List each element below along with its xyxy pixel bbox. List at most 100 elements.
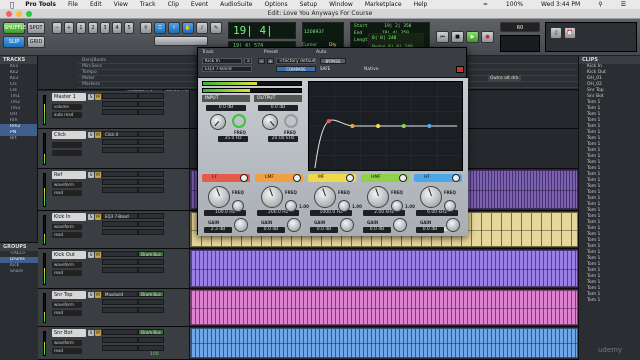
send-slot[interactable]: Drum Bus bbox=[138, 291, 164, 297]
menu-setup[interactable]: Setup bbox=[294, 1, 323, 8]
insert-slot[interactable] bbox=[102, 187, 138, 193]
menu-clock[interactable]: Wed 3:44 PM bbox=[535, 1, 586, 8]
menu-event[interactable]: Event bbox=[185, 1, 214, 8]
mute-button[interactable]: M bbox=[95, 172, 101, 178]
band-enable-icon[interactable] bbox=[293, 174, 301, 182]
band-gain-knob[interactable] bbox=[287, 218, 301, 232]
band-q-knob[interactable] bbox=[285, 200, 297, 212]
insert-slot[interactable] bbox=[102, 299, 138, 305]
send-slot[interactable] bbox=[138, 187, 164, 193]
shuffle-mode-button[interactable]: SHUFFLE bbox=[3, 22, 26, 34]
band-gain-knob[interactable] bbox=[393, 218, 407, 232]
band-q-knob[interactable] bbox=[338, 200, 350, 212]
send-slot[interactable] bbox=[138, 109, 164, 115]
send-slot[interactable] bbox=[138, 171, 164, 177]
trim-tool-icon[interactable]: ⎕ bbox=[154, 22, 166, 34]
menu-edit[interactable]: Edit bbox=[84, 1, 108, 8]
track-name-field[interactable]: Kick Out bbox=[52, 251, 86, 259]
eq-band-handle[interactable] bbox=[326, 118, 331, 124]
send-slot[interactable]: Drum Bus bbox=[138, 251, 164, 257]
search-icon[interactable]: ⚲ bbox=[592, 1, 608, 8]
insert-slot[interactable] bbox=[102, 259, 138, 265]
bypass-button[interactable]: BYPASS bbox=[320, 58, 346, 64]
track-playlist-lane[interactable] bbox=[190, 289, 578, 326]
send-slot[interactable] bbox=[138, 179, 164, 185]
menu-app[interactable]: Pro Tools bbox=[19, 1, 62, 8]
band-enable-icon[interactable] bbox=[399, 174, 407, 182]
insert-slot[interactable] bbox=[102, 267, 138, 273]
band-gain-value[interactable]: 0.0 dB bbox=[416, 227, 444, 233]
insert-slot[interactable] bbox=[102, 329, 138, 335]
insert-slot[interactable] bbox=[102, 93, 138, 99]
plugin-insert-select[interactable]: a bbox=[244, 58, 252, 64]
send-slot[interactable] bbox=[138, 307, 164, 313]
mute-button[interactable]: M bbox=[95, 214, 101, 220]
eq-band-handle[interactable] bbox=[427, 123, 432, 129]
track-view-select[interactable]: waveform bbox=[52, 182, 82, 188]
preset-minus-button[interactable]: − bbox=[258, 58, 265, 64]
menu-view[interactable]: View bbox=[108, 1, 134, 8]
grid-value[interactable]: 0| 0| 240 bbox=[372, 36, 396, 41]
track-view-select[interactable]: volume bbox=[52, 104, 82, 110]
automation-mode-select[interactable]: auto read bbox=[52, 112, 82, 118]
send-slot[interactable]: Drum Bus bbox=[138, 329, 164, 335]
insert-slot[interactable]: Click II bbox=[102, 131, 138, 137]
zoom-in-button[interactable]: + bbox=[64, 22, 74, 34]
band-gain-value[interactable]: 0.0 dB bbox=[363, 227, 391, 233]
band-q-value[interactable]: 1.00 bbox=[299, 204, 309, 209]
insert-slot[interactable] bbox=[102, 337, 138, 343]
automation-mode-select[interactable]: read bbox=[52, 232, 82, 238]
insert-slot[interactable] bbox=[102, 179, 138, 185]
solo-button[interactable]: S bbox=[88, 214, 94, 220]
lpf-freq-knob[interactable] bbox=[262, 114, 278, 130]
tracks-list-item[interactable]: Brt bbox=[0, 136, 37, 142]
band-q-knob[interactable] bbox=[391, 200, 403, 212]
insert-slot[interactable] bbox=[102, 147, 138, 153]
pencil-tool-icon[interactable]: ✎ bbox=[210, 22, 222, 34]
close-window-button[interactable] bbox=[6, 11, 12, 17]
band-freq-knob[interactable] bbox=[367, 186, 389, 208]
preset-select[interactable]: <factory default> bbox=[276, 58, 316, 64]
scrubber-tool-icon[interactable]: ♪ bbox=[196, 22, 208, 34]
automation-mode-select[interactable] bbox=[52, 150, 82, 156]
solo-button[interactable]: S bbox=[88, 252, 94, 258]
output-gain-value[interactable]: 0.0 dB bbox=[258, 105, 298, 111]
audio-clip[interactable] bbox=[190, 250, 578, 287]
main-counter[interactable]: 19| 4| 916 bbox=[228, 22, 296, 52]
solo-button[interactable]: S bbox=[88, 94, 94, 100]
clips-list-item[interactable]: Tom 1 bbox=[579, 298, 640, 304]
zoom-preset-3[interactable]: 3 bbox=[100, 22, 110, 34]
insert-slot[interactable] bbox=[102, 139, 138, 145]
slip-mode-button[interactable]: SLIP bbox=[3, 36, 25, 48]
band-q-value[interactable]: 1.00 bbox=[405, 204, 415, 209]
stop-icon[interactable]: ■ bbox=[451, 31, 464, 43]
automation-mode-select[interactable]: read bbox=[52, 310, 82, 316]
automation-mode-select[interactable]: read bbox=[52, 348, 82, 354]
insert-slot[interactable] bbox=[102, 307, 138, 313]
solo-button[interactable]: S bbox=[88, 292, 94, 298]
track-name-field[interactable]: Ref bbox=[52, 171, 86, 179]
band-gain-knob[interactable] bbox=[340, 218, 354, 232]
insert-slot[interactable]: EQ3 7-Band bbox=[102, 213, 138, 219]
eq-band-handle[interactable] bbox=[350, 123, 355, 129]
solo-button[interactable]: S bbox=[88, 172, 94, 178]
band-gain-value[interactable]: 0.0 dB bbox=[310, 227, 338, 233]
band-q-knob[interactable] bbox=[232, 200, 244, 212]
play-icon[interactable]: ▶ bbox=[466, 31, 479, 43]
track-view-select[interactable]: waveform bbox=[52, 302, 82, 308]
grid-mode-button[interactable]: GRID bbox=[27, 36, 45, 48]
zoom-preset-5[interactable]: 5 bbox=[124, 22, 134, 34]
zoom-window-button[interactable] bbox=[26, 11, 32, 17]
track-name-field[interactable]: Kick In bbox=[52, 213, 86, 221]
plugin-name-select[interactable]: EQ3 7-Band bbox=[202, 66, 252, 72]
track-view-select[interactable]: waveform bbox=[52, 340, 82, 346]
hpf-freq-knob[interactable] bbox=[210, 114, 226, 130]
spot-mode-button[interactable]: SPOT bbox=[27, 22, 45, 34]
insert-slot[interactable] bbox=[102, 221, 138, 227]
send-slot[interactable] bbox=[138, 337, 164, 343]
wifi-icon[interactable]: ≈ bbox=[477, 1, 494, 8]
band-gain-value[interactable]: 2.3 dB bbox=[204, 227, 232, 233]
track-view-select[interactable]: waveform bbox=[52, 262, 82, 268]
band-enable-icon[interactable] bbox=[240, 174, 248, 182]
menu-options[interactable]: Options bbox=[259, 1, 294, 8]
